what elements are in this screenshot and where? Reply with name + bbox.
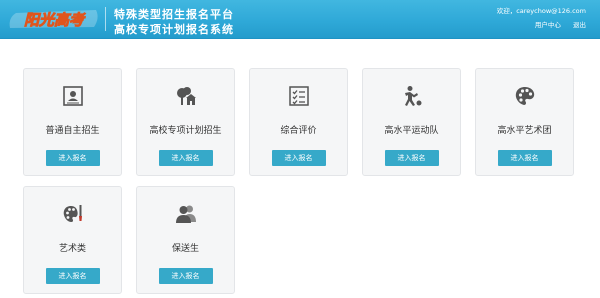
card-university-special-plan: 高校专项计划招生 进入报名: [136, 68, 235, 176]
enter-registration-button[interactable]: 进入报名: [45, 150, 100, 166]
system-title: 高校专项计划报名系统: [114, 23, 234, 36]
card-label: 艺术类: [58, 244, 86, 254]
palette-icon: [514, 85, 536, 107]
card-high-level-sports-team: 高水平运动队 进入报名: [362, 68, 461, 176]
id-card-icon: [62, 85, 84, 107]
platform-title: 特殊类型招生报名平台: [114, 8, 234, 21]
enter-registration-button[interactable]: 进入报名: [497, 150, 552, 166]
palette-brush-icon: [62, 203, 84, 225]
card-regular-independent: 普通自主招生 进入报名: [23, 68, 122, 176]
users-icon: [175, 203, 197, 225]
logout-link[interactable]: 退出: [573, 21, 586, 29]
checklist-icon: [288, 85, 310, 107]
school-tree-icon: [175, 85, 197, 107]
enter-registration-button[interactable]: 进入报名: [158, 268, 213, 284]
sunshine-gaokao-logo[interactable]: 阳光高考: [6, 6, 102, 32]
welcome-text: 欢迎，careychow@126.com: [496, 7, 586, 15]
user-center-link[interactable]: 用户中心: [535, 21, 561, 29]
athlete-icon: [401, 85, 423, 107]
enter-registration-button[interactable]: 进入报名: [158, 150, 213, 166]
header-divider: [105, 7, 106, 31]
card-label: 高校专项计划招生: [149, 126, 222, 136]
logo-text: 阳光高考: [24, 11, 86, 29]
card-comprehensive-evaluation: 综合评价 进入报名: [249, 68, 348, 176]
card-label: 普通自主招生: [45, 126, 100, 136]
user-links: 用户中心 退出: [525, 19, 586, 29]
card-label: 高水平运动队: [384, 126, 439, 136]
enter-registration-button[interactable]: 进入报名: [45, 268, 100, 284]
card-label: 高水平艺术团: [497, 126, 552, 136]
card-label: 保送生: [171, 244, 199, 254]
enter-registration-button[interactable]: 进入报名: [384, 150, 439, 166]
card-label: 综合评价: [280, 126, 317, 136]
card-art-category: 艺术类 进入报名: [23, 186, 122, 294]
card-high-level-art-troupe: 高水平艺术团 进入报名: [475, 68, 574, 176]
enter-registration-button[interactable]: 进入报名: [271, 150, 326, 166]
top-header: 阳光高考 特殊类型招生报名平台 高校专项计划报名系统 欢迎，careychow@…: [0, 0, 600, 39]
card-recommended-student: 保送生 进入报名: [136, 186, 235, 294]
